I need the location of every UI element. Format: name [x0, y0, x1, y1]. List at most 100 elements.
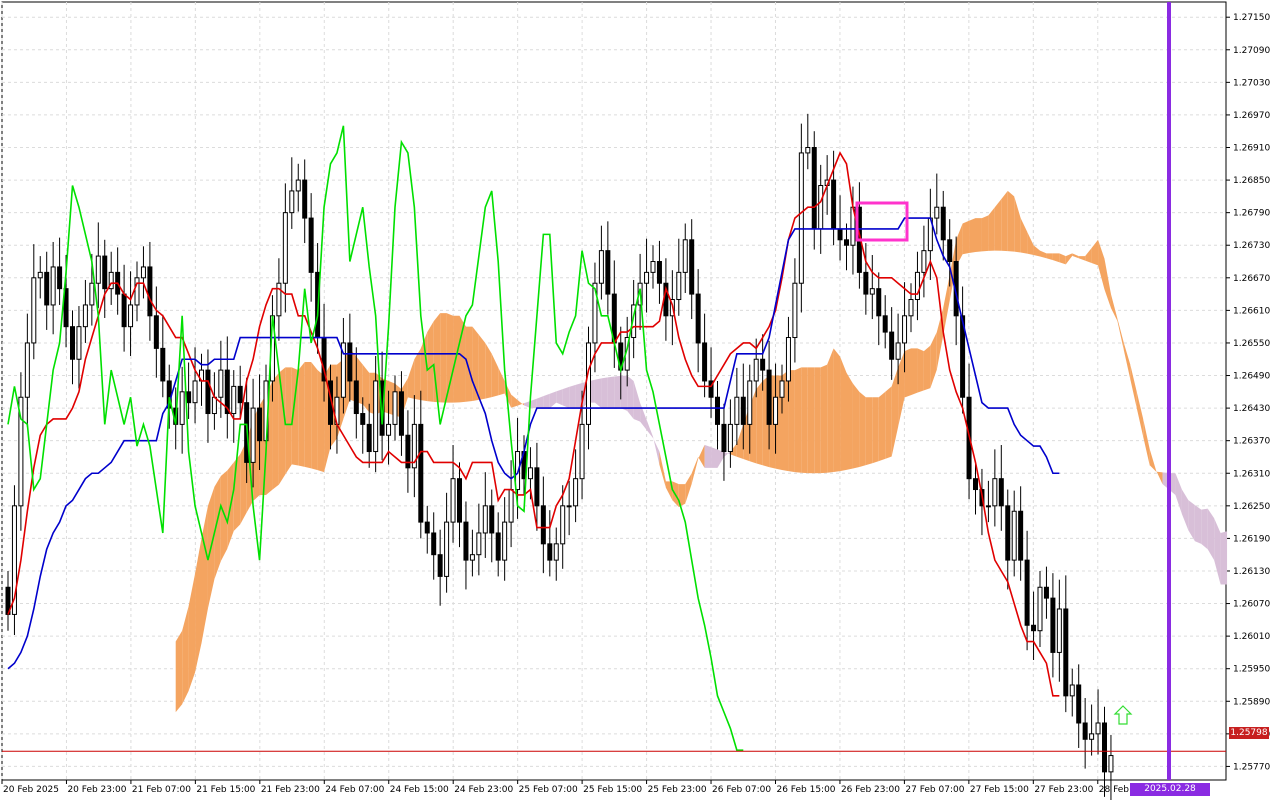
time-tick-label: 26 Feb 23:00 [841, 785, 900, 795]
candle-bear [1063, 608, 1069, 697]
price-tick-label: 1.26190 [1233, 534, 1270, 544]
candle-bear [257, 407, 263, 442]
cloud-segment [885, 386, 892, 459]
candle-bear [534, 467, 540, 507]
price-tick-label: 1.26250 [1233, 502, 1270, 512]
candle-bear [831, 179, 837, 230]
candle-bull [502, 521, 508, 561]
candle-bull [921, 250, 927, 273]
cloud-segment [601, 377, 608, 409]
candle-bear [398, 391, 404, 436]
candle-bear [811, 147, 817, 230]
candle-bear [863, 271, 869, 295]
candle-bear [1031, 624, 1037, 632]
price-tick-label: 1.25770 [1233, 762, 1270, 772]
candle-bull [476, 532, 482, 556]
candle-bear [495, 532, 501, 561]
cloud-segment [840, 356, 847, 472]
candle-bear [237, 385, 243, 404]
candle-bear [889, 331, 895, 360]
candle-bull [82, 304, 88, 328]
candle-bear [302, 179, 308, 219]
cloud-segment [820, 364, 828, 474]
cloud-segment [801, 367, 808, 474]
candle-bear [431, 532, 437, 556]
chart-area[interactable]: 1.27150 1.27090 1.27030 1.26970 1.26910 1.268… [0, 0, 1280, 807]
candle-bull [553, 543, 559, 561]
ichimoku-chart[interactable]: 1.27150 1.27090 1.27030 1.26970 1.26910 1.268… [0, 0, 1280, 802]
candle-bear [308, 217, 314, 273]
candle-bull [76, 326, 82, 360]
candle-bear [102, 255, 108, 290]
cloud-segment [1201, 508, 1208, 550]
candle-bear [457, 478, 462, 523]
candle-bear [547, 543, 553, 561]
cloud-segment [788, 370, 795, 473]
cloud-segment [620, 375, 628, 411]
current-price-tag: 1.25798 [1229, 727, 1269, 739]
candle-bull [1095, 722, 1101, 735]
candle-bear [205, 369, 211, 415]
candle-bull [908, 299, 914, 317]
cloud-segment [962, 220, 970, 255]
candle-bear [424, 521, 430, 534]
candle-bull [373, 380, 379, 453]
cloud-segment [285, 367, 292, 475]
candle-bear [1043, 586, 1049, 599]
cloud-segment [1220, 531, 1228, 585]
price-tick-label: 1.26010 [1233, 632, 1270, 642]
cloud-segment [1001, 190, 1008, 252]
candle-bull [1089, 733, 1095, 740]
price-tick-label: 1.26670 [1233, 274, 1270, 284]
candle-bear [463, 521, 469, 561]
candle-bull [566, 505, 572, 508]
candle-bull [386, 423, 392, 436]
time-tick-label: 24 Feb 15:00 [390, 785, 449, 795]
time-tick-label: 21 Feb 23:00 [261, 785, 320, 795]
candle-bear [121, 293, 127, 328]
cloud-segment [917, 348, 924, 393]
time-tick-label: 24 Feb 07:00 [325, 785, 384, 795]
candle-bear [1005, 505, 1011, 561]
candle-bull [192, 380, 198, 404]
candle-bull [734, 396, 740, 425]
candle-bear [656, 261, 662, 284]
candle-bull [50, 266, 56, 306]
candle-bull [218, 369, 224, 398]
cloud-segment [859, 391, 866, 467]
candle-bull [231, 385, 237, 415]
candle-bear [740, 396, 746, 425]
candle-bear [437, 554, 443, 577]
candle-bear [1102, 722, 1107, 773]
cloud-segment [878, 391, 886, 462]
candle-bear [876, 288, 882, 317]
cloud-segment [440, 313, 447, 403]
price-tick-label: 1.26970 [1233, 111, 1270, 121]
candle-bear [347, 342, 353, 382]
cloud-segment [562, 386, 570, 409]
candle-bull [676, 271, 682, 301]
cloud-segment [833, 348, 841, 473]
cloud-segment [981, 215, 989, 252]
candle-bear [540, 505, 546, 545]
candle-bull [773, 396, 779, 425]
current-time-tag: 2025.02.28 17:00 [1130, 783, 1210, 807]
candle-bull [792, 282, 798, 339]
candle-bull [95, 255, 101, 284]
time-tick-label: 21 Feb 07:00 [132, 785, 191, 795]
candle-bull [573, 478, 579, 507]
candle-bear [766, 369, 772, 425]
candle-bear [998, 478, 1004, 507]
cloud-segment [607, 376, 615, 409]
candle-bear [366, 423, 372, 453]
cloud-segment [807, 367, 815, 474]
candle-bull [211, 396, 217, 415]
cloud-segment [756, 380, 763, 466]
candle-bull [598, 250, 604, 284]
candle-bear [760, 358, 766, 371]
candle-bear [353, 380, 359, 415]
cloud-segment [298, 361, 305, 467]
cloud-segment [865, 397, 873, 466]
candle-bull [586, 342, 591, 425]
cloud-segment [794, 367, 802, 473]
